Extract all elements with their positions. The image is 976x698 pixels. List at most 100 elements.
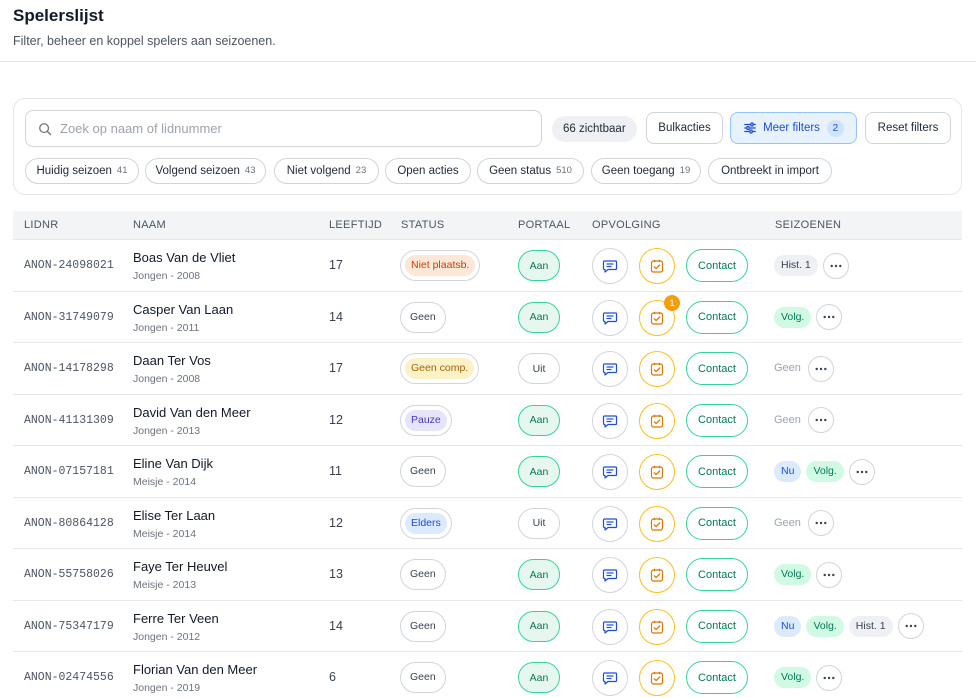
portal-toggle[interactable]: Uit	[518, 507, 560, 539]
chip-label: Open acties	[397, 165, 459, 177]
message-button[interactable]	[592, 402, 628, 439]
player-gender-year: Meisje - 2013	[133, 579, 197, 591]
more-horizontal-icon[interactable]	[822, 252, 849, 279]
player-name[interactable]: Ferre Ter Veen	[133, 611, 219, 626]
chip-geen-toegang[interactable]: Geen toegang 19	[591, 158, 701, 184]
task-button[interactable]	[639, 505, 675, 542]
message-button[interactable]	[592, 660, 628, 696]
message-button[interactable]	[592, 299, 628, 336]
message-button[interactable]	[592, 454, 628, 490]
portal-toggle[interactable]: Aan	[518, 250, 560, 281]
player-name[interactable]: Faye Ter Heuvel	[133, 559, 227, 574]
table-row[interactable]: ANON-14178298 Daan Ter Vos Jongen - 2008 17…	[13, 343, 962, 395]
status-select[interactable]: Geen	[400, 662, 446, 693]
table-row[interactable]: ANON-41131309 David Van den Meer Jongen - …	[13, 395, 962, 446]
more-horizontal-icon[interactable]	[897, 613, 924, 639]
chip-open-acties[interactable]: Open acties	[385, 158, 471, 184]
portal-toggle[interactable]: Aan	[518, 559, 560, 590]
table-row[interactable]: ANON-24098021 Boas Van de Vliet Jongen - 2…	[13, 240, 962, 292]
more-horizontal-icon[interactable]	[816, 561, 843, 588]
contact-button[interactable]: Contact	[686, 352, 748, 385]
column-header[interactable]: SEIZOENEN	[775, 219, 841, 231]
more-horizontal-icon[interactable]	[807, 510, 834, 536]
contact-button[interactable]: Contact	[686, 558, 748, 591]
season-tag: Nu	[774, 461, 802, 482]
table-row[interactable]: ANON-02474556 Florian Van den Meer Jongen …	[13, 652, 962, 698]
player-name[interactable]: Florian Van den Meer	[133, 662, 257, 677]
column-header[interactable]: OPVOLGING	[592, 219, 661, 231]
player-gender-year: Jongen - 2012	[133, 630, 201, 643]
column-header[interactable]: LIDNR	[24, 219, 59, 231]
status-select[interactable]: Elders	[400, 507, 452, 539]
task-button[interactable]	[639, 608, 675, 645]
chip-label: Geen status	[489, 165, 552, 177]
status-select[interactable]: Geen	[400, 456, 446, 487]
task-button[interactable]	[639, 660, 675, 696]
reset-filters-button[interactable]: Reset filters	[865, 112, 951, 144]
more-horizontal-icon[interactable]	[816, 304, 843, 330]
season-tag: Geen	[774, 516, 801, 529]
more-horizontal-icon[interactable]	[807, 407, 834, 433]
task-button[interactable]	[639, 351, 675, 387]
column-header[interactable]: STATUS	[401, 219, 445, 231]
portal-toggle[interactable]: Aan	[518, 301, 560, 333]
message-button[interactable]	[592, 505, 628, 542]
table-row[interactable]: ANON-75347179 Ferre Ter Veen Jongen - 2012…	[13, 601, 962, 652]
more-horizontal-icon[interactable]	[807, 355, 834, 382]
status-select[interactable]: Geen	[400, 559, 446, 590]
contact-button[interactable]: Contact	[686, 455, 748, 488]
contact-button[interactable]: Contact	[686, 609, 748, 643]
table-row[interactable]: ANON-31749079 Casper Van Laan Jongen - 201…	[13, 292, 962, 343]
chip-geen-status[interactable]: Geen status 510	[477, 158, 584, 184]
search-box[interactable]	[25, 110, 542, 147]
column-header[interactable]: PORTAAL	[518, 219, 570, 231]
contact-button[interactable]: Contact	[686, 661, 748, 694]
task-button[interactable]	[639, 402, 675, 439]
contact-button[interactable]: Contact	[686, 300, 748, 334]
message-button[interactable]	[592, 608, 628, 645]
portal-toggle[interactable]: Aan	[518, 610, 560, 642]
chip-huidig-seizoen[interactable]: Huidig seizoen 41	[25, 158, 139, 184]
player-name[interactable]: David Van den Meer	[133, 405, 251, 420]
column-header[interactable]: LEEFTIJD	[329, 219, 382, 231]
status-badge: Geen	[410, 568, 436, 580]
portal-toggle[interactable]: Aan	[518, 662, 560, 693]
table-row[interactable]: ANON-07157181 Eline Van Dijk Meisje - 2014…	[13, 446, 962, 498]
message-button[interactable]	[592, 248, 628, 284]
status-select[interactable]: Pauze	[400, 404, 452, 436]
contact-button[interactable]: Contact	[686, 249, 748, 282]
more-horizontal-icon[interactable]	[816, 664, 843, 691]
player-name[interactable]: Boas Van de Vliet	[133, 250, 235, 265]
portal-toggle[interactable]: Aan	[518, 404, 560, 436]
status-select[interactable]: Geen	[400, 610, 446, 642]
player-name[interactable]: Elise Ter Laan	[133, 508, 215, 523]
task-button[interactable]	[639, 557, 675, 593]
status-select[interactable]: Niet plaatsb.	[400, 250, 481, 281]
status-select[interactable]: Geen	[400, 301, 446, 333]
column-header[interactable]: NAAM	[133, 219, 166, 231]
status-select[interactable]: Geen comp.	[400, 353, 480, 384]
search-input[interactable]	[60, 121, 520, 136]
player-name[interactable]: Daan Ter Vos	[133, 353, 211, 368]
contact-button[interactable]: Contact	[686, 506, 748, 540]
task-button[interactable]: 1	[639, 294, 680, 336]
chip-volgend-seizoen[interactable]: Volgend seizoen 43	[145, 158, 266, 184]
message-button[interactable]	[592, 351, 628, 387]
season-tag: Volg.	[774, 667, 812, 688]
task-button[interactable]	[639, 454, 675, 490]
member-number: ANON-55758026	[24, 568, 114, 581]
more-filters-button[interactable]: Meer filters 2	[730, 112, 857, 144]
portal-toggle[interactable]: Aan	[518, 456, 560, 487]
chip-niet-volgend[interactable]: Niet volgend 23	[274, 158, 379, 184]
table-row[interactable]: ANON-80864128 Elise Ter Laan Meisje - 2014…	[13, 498, 962, 549]
message-button[interactable]	[592, 557, 628, 593]
task-button[interactable]	[639, 248, 675, 284]
chip-ontbreekt-in-import[interactable]: Ontbreekt in import	[708, 158, 832, 184]
contact-button[interactable]: Contact	[686, 403, 748, 437]
portal-toggle[interactable]: Uit	[518, 353, 560, 384]
table-row[interactable]: ANON-55758026 Faye Ter Heuvel Meisje - 201…	[13, 549, 962, 601]
bulk-actions-button[interactable]: Bulkacties	[646, 112, 723, 144]
player-name[interactable]: Eline Van Dijk	[133, 456, 213, 471]
player-name[interactable]: Casper Van Laan	[133, 302, 233, 317]
more-horizontal-icon[interactable]	[848, 458, 875, 485]
